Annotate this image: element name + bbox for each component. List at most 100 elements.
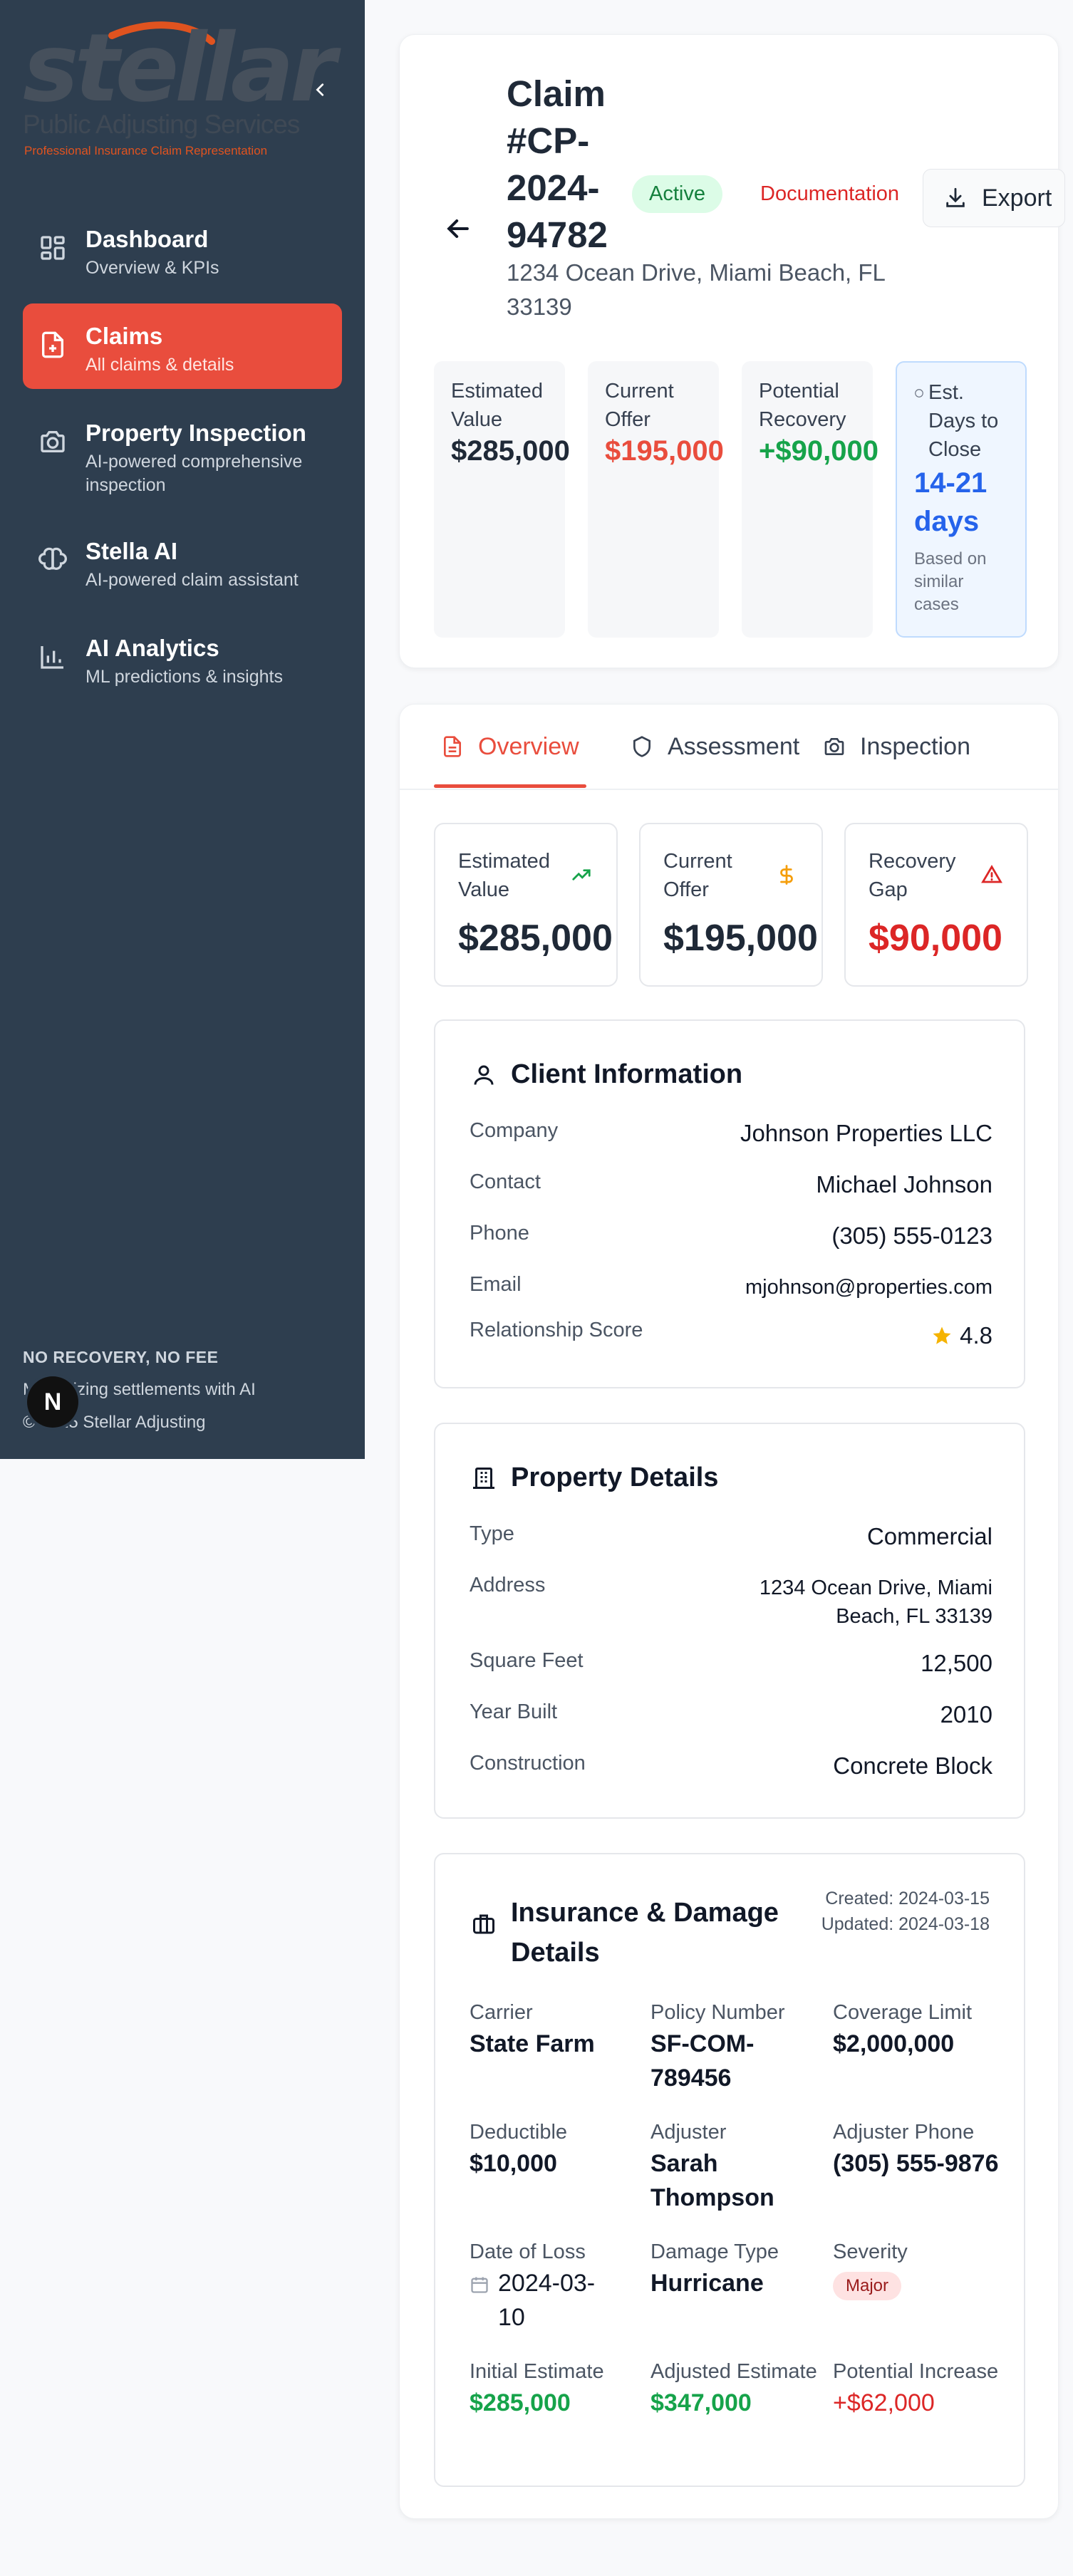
panel-title-text: Property Details	[511, 1463, 719, 1492]
download-icon	[946, 187, 965, 207]
tab-assessment[interactable]: Assessment	[631, 705, 799, 789]
field-date-of-loss: Date of Loss 2024-03-10	[470, 2238, 641, 2334]
row-label: Relationship Score	[470, 1319, 643, 1341]
brain-icon	[38, 547, 67, 570]
stat-est-days-to-close: Est. Days to Close 14-21 days Based on s…	[896, 361, 1027, 638]
clock-icon	[915, 389, 923, 398]
export-label: Export	[982, 184, 1052, 212]
sidebar-item-subtitle: ML predictions & insights	[85, 667, 283, 687]
field-adjuster: Adjuster Sarah Thompson	[650, 2118, 821, 2215]
stat-label: Potential Recovery	[759, 380, 846, 431]
sidebar-item-subtitle: AI-powered comprehensive inspection	[85, 452, 303, 495]
kpi-recovery-gap: Recovery Gap $90,000	[844, 823, 1028, 987]
row-label: Address	[470, 1574, 546, 1596]
info-row-construction: Construction Concrete Block	[470, 1752, 992, 1780]
field-value: $10,000	[470, 2150, 557, 2177]
info-row-phone: Phone (305) 555-0123	[470, 1222, 992, 1250]
sidebar-item-subtitle: AI-powered claim assistant	[85, 570, 299, 591]
field-coverage-limit: Coverage Limit $2,000,000	[833, 1998, 1004, 2061]
field-adjuster-phone: Adjuster Phone (305) 555-9876	[833, 2118, 1004, 2181]
alert-triangle-icon	[981, 865, 1002, 883]
field-label: Carrier	[470, 2001, 533, 2024]
tab-divider	[400, 789, 1059, 790]
dev-tools-badge[interactable]: N	[27, 1376, 78, 1428]
sidebar-item-subtitle: All claims & details	[85, 355, 234, 375]
sidebar-item-title: Dashboard	[85, 226, 209, 252]
field-value: Hurricane	[650, 2270, 764, 2297]
field-value: (305) 555-9876	[833, 2150, 999, 2177]
calendar-icon	[471, 2277, 488, 2293]
stat-value: +$90,000	[759, 435, 878, 467]
row-value: 1234 Ocean Drive, Miami Beach, FL 33139	[759, 1577, 992, 1628]
info-row-year-built: Year Built 2010	[470, 1700, 992, 1729]
info-row-contact: Contact Michael Johnson	[470, 1170, 992, 1199]
header-stats: Estimated Value $285,000 Current Offer $…	[434, 361, 1027, 638]
sidebar-item-property-inspection[interactable]: Property Inspection AI-powered comprehen…	[23, 400, 342, 507]
row-label: Type	[470, 1522, 514, 1545]
kpi-estimated-value: Estimated Value $285,000	[434, 823, 618, 987]
field-deductible: Deductible $10,000	[470, 2118, 641, 2181]
field-label: Adjusted Estimate	[650, 2360, 817, 2383]
sidebar-item-stella-ai[interactable]: Stella AI AI-powered claim assistant	[23, 519, 342, 604]
timestamps: Created: 2024-03-15 Updated: 2024-03-18	[819, 1887, 990, 1936]
row-label: Square Feet	[470, 1649, 584, 1672]
kpi-value: $90,000	[869, 918, 1002, 959]
row-label: Year Built	[470, 1700, 558, 1723]
field-damage-type: Damage Type Hurricane	[650, 2238, 821, 2300]
tab-overview[interactable]: Overview	[441, 705, 579, 789]
sidebar-item-dashboard[interactable]: Dashboard Overview & KPIs	[23, 207, 342, 292]
client-information-panel: Client Information Company Johnson Prope…	[434, 1019, 1025, 1388]
footer-slogan: NO RECOVERY, NO FEE	[23, 1348, 219, 1366]
sidebar-item-ai-analytics[interactable]: AI Analytics ML predictions & insights	[23, 616, 342, 701]
tab-inspection[interactable]: Inspection	[823, 705, 970, 789]
row-label: Email	[470, 1273, 522, 1296]
sidebar-item-subtitle: Overview & KPIs	[85, 258, 219, 279]
panel-title-text: Insurance & Damage Details	[511, 1898, 779, 1968]
property-details-panel: Property Details Type Commercial Address…	[434, 1423, 1025, 1819]
stat-current-offer: Current Offer $195,000	[588, 361, 724, 638]
trending-up-icon	[572, 869, 591, 881]
row-label: Phone	[470, 1222, 529, 1245]
claim-title: Claim #CP-2024-94782	[507, 73, 608, 255]
stat-estimated-value: Estimated Value $285,000	[434, 361, 570, 638]
star-icon	[933, 1326, 951, 1344]
field-label: Damage Type	[650, 2240, 779, 2263]
field-value: $285,000	[470, 2389, 571, 2416]
shield-icon	[633, 736, 650, 757]
info-row-type: Type Commercial	[470, 1522, 992, 1551]
field-value: State Farm	[470, 2030, 595, 2057]
briefcase-icon	[473, 1914, 494, 1934]
building-icon	[473, 1467, 494, 1489]
sidebar-item-claims[interactable]: Claims All claims & details	[23, 303, 342, 389]
panel-title-text: Client Information	[511, 1059, 743, 1089]
field-label: Adjuster Phone	[833, 2121, 975, 2144]
sidebar-item-title: Stella AI	[85, 538, 177, 564]
tab-label: Assessment	[668, 732, 800, 760]
export-button[interactable]: Export	[923, 169, 1065, 227]
field-severity: Severity Major	[833, 2238, 1004, 2300]
dollar-icon	[780, 865, 793, 885]
info-row-address: Address 1234 Ocean Drive, Miami Beach, F…	[470, 1574, 992, 1631]
created-date: Created: 2024-03-15	[825, 1889, 990, 1908]
row-value: Michael Johnson	[816, 1171, 992, 1198]
row-value: Concrete Block	[833, 1752, 992, 1779]
sidebar-nav: Dashboard Overview & KPIs Claims All cla…	[23, 207, 342, 712]
camera-icon	[41, 431, 65, 452]
field-label: Severity	[833, 2240, 908, 2263]
tab-label: Inspection	[860, 732, 970, 760]
row-label: Contact	[470, 1170, 541, 1193]
status-badge: Active	[632, 175, 722, 213]
kpi-value: $195,000	[663, 918, 818, 959]
severity-badge: Major	[833, 2272, 902, 2300]
grid-icon	[41, 236, 65, 260]
sidebar-item-title: Claims	[85, 323, 163, 349]
row-label: Construction	[470, 1752, 586, 1775]
company-logo[interactable]: stellar Public Adjusting Services Profes…	[23, 21, 336, 164]
active-tab-indicator	[434, 784, 586, 788]
field-initial-estimate: Initial Estimate $285,000	[470, 2357, 641, 2420]
field-value: SF-COM-789456	[650, 2030, 755, 2092]
tab-label: Overview	[478, 732, 579, 760]
collapse-sidebar-button[interactable]	[308, 77, 333, 103]
back-button[interactable]	[442, 213, 474, 244]
row-value: mjohnson@properties.com	[745, 1276, 992, 1299]
